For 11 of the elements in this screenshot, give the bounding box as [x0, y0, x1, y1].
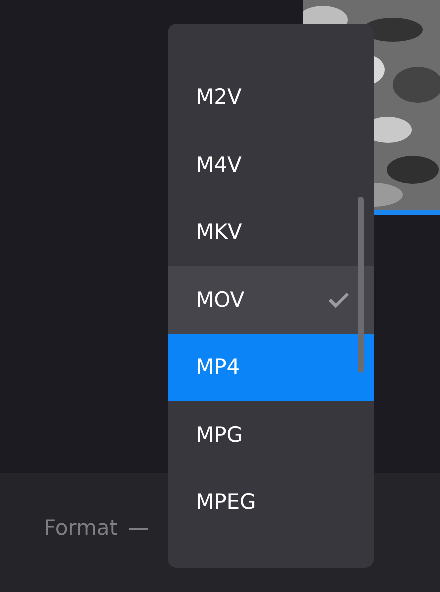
format-option[interactable]: MPEG [168, 468, 374, 536]
format-option[interactable]: M2V [168, 64, 374, 131]
format-option[interactable]: MKV [168, 198, 374, 266]
format-option[interactable]: MOV [168, 266, 374, 334]
format-option[interactable]: M4V [168, 131, 374, 198]
format-label: Format [44, 516, 118, 540]
checkmark-icon [328, 292, 350, 308]
format-option[interactable]: MPG [168, 401, 374, 468]
dash: — [128, 516, 150, 540]
format-option[interactable]: MP4 [168, 334, 374, 401]
scrollbar[interactable] [358, 197, 364, 373]
